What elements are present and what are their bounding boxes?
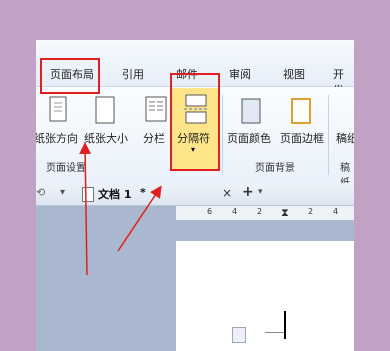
annotation-arrows [79, 142, 162, 276]
